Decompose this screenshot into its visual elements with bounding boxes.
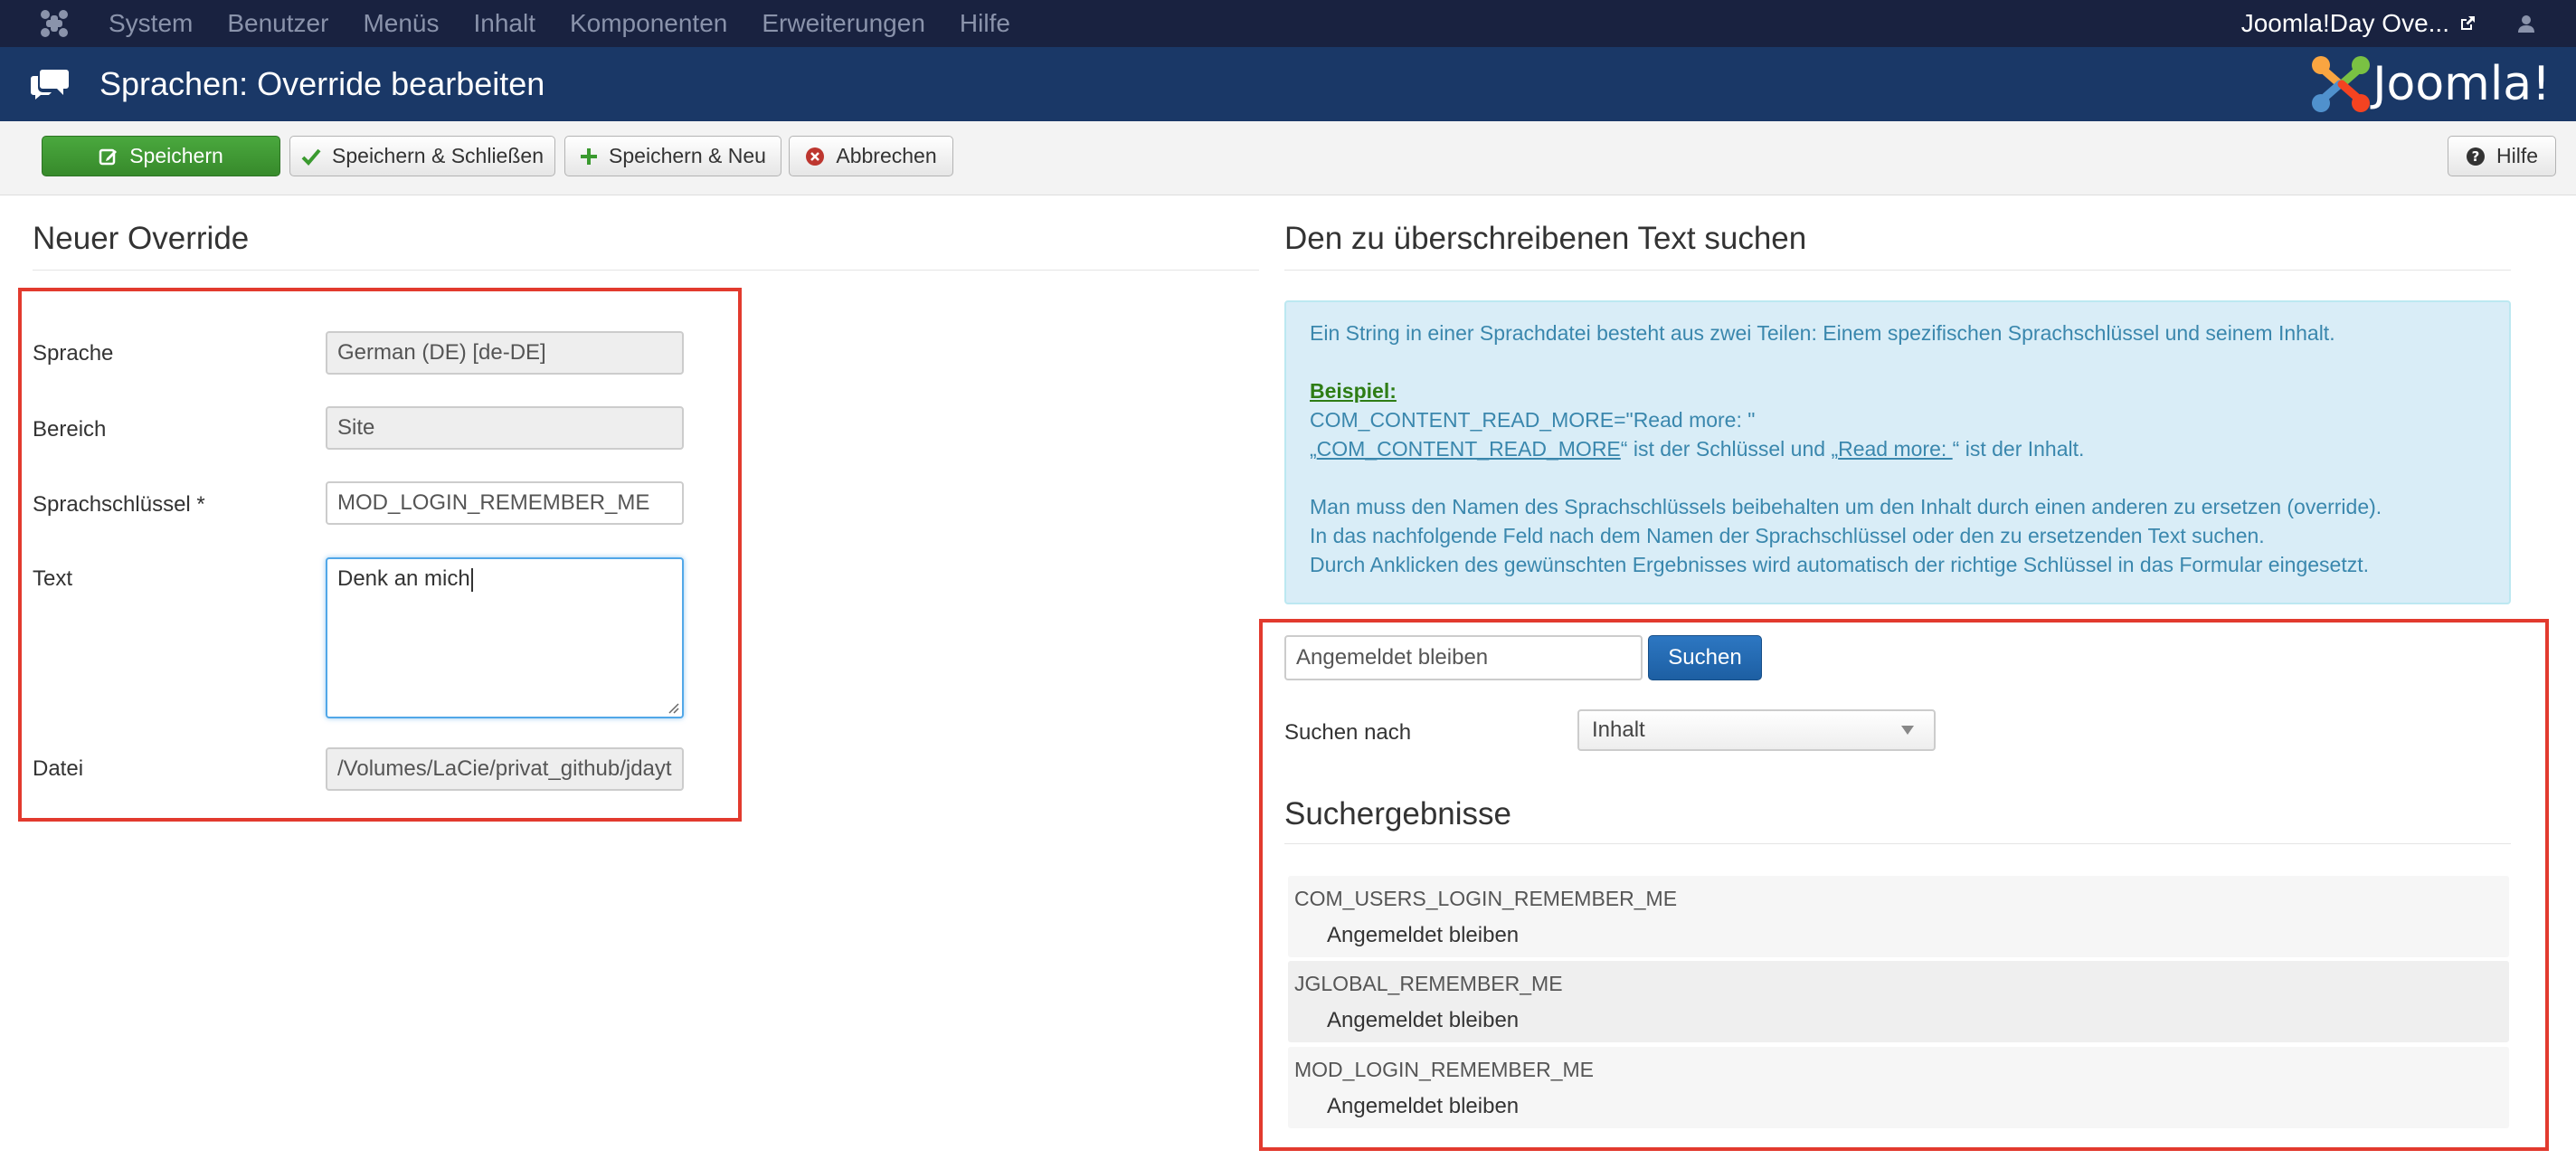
info-ex-key: COM_CONTENT_READ_MORE — [1316, 437, 1621, 461]
info-example-line: COM_CONTENT_READ_MORE="Read more: " — [1310, 408, 1756, 432]
language-key-label: Sprachschlüssel * — [33, 492, 205, 517]
joomla-brand-logo: Joomla! — [2309, 52, 2551, 116]
site-link[interactable]: Joomla!Day Ove... — [2241, 9, 2477, 38]
text-textarea[interactable]: Denk an mich — [326, 557, 684, 718]
search-for-label: Suchen nach — [1284, 720, 1412, 745]
search-heading: Den zu überschreibenen Text suchen — [1284, 221, 1807, 256]
save-close-button[interactable]: Speichern & Schließen — [289, 136, 555, 176]
search-for-value: Inhalt — [1592, 718, 1645, 742]
result-key: MOD_LOGIN_REMEMBER_ME — [1294, 1058, 1595, 1081]
info-line-3: In das nachfolgende Feld nach dem Namen … — [1310, 524, 2265, 547]
info-ex-mid: “ ist der Schlüssel und „ — [1620, 437, 1839, 461]
result-value: Angemeldet bleiben — [1327, 1008, 1520, 1032]
area-field: Site — [326, 406, 684, 450]
main-menu: System Benutzer Menüs Inhalt Komponenten… — [109, 0, 1045, 47]
search-button[interactable]: Suchen — [1648, 635, 1762, 680]
toolbar: Speichern Speichern & Schließen Speicher… — [0, 121, 2576, 195]
file-field: /Volumes/LaCie/privat_github/jdayt — [326, 747, 684, 791]
text-label: Text — [33, 566, 73, 591]
area-label: Bereich — [33, 417, 107, 442]
text-caret — [470, 567, 473, 592]
menu-item-menus[interactable]: Menüs — [363, 9, 439, 38]
site-link-label: Joomla!Day Ove... — [2240, 9, 2449, 37]
external-link-icon — [2461, 16, 2475, 30]
save-button[interactable]: Speichern — [42, 136, 280, 176]
plus-icon — [581, 147, 598, 165]
page-header: Sprachen: Override bearbeiten Joomla! — [0, 47, 2576, 121]
search-heading-divider — [1284, 270, 2511, 271]
help-button-label: Hilfe — [2496, 144, 2538, 167]
info-example-explanation: „COM_CONTENT_READ_MORE“ ist der Schlüsse… — [1310, 434, 2486, 463]
info-alert: Ein String in einer Sprachdatei besteht … — [1284, 300, 2511, 604]
info-line-4: Durch Anklicken des gewünschten Ergebnis… — [1310, 553, 2370, 576]
edit-icon — [99, 148, 118, 165]
result-key: JGLOBAL_REMEMBER_ME — [1294, 972, 1563, 995]
joomla-logo-icon[interactable] — [0, 0, 109, 47]
result-value: Angemeldet bleiben — [1327, 923, 1520, 947]
help-icon: ? — [2466, 147, 2485, 166]
save-button-label: Speichern — [129, 144, 223, 167]
user-icon — [2518, 15, 2534, 33]
results-heading: Suchergebnisse — [1284, 796, 1511, 832]
menu-item-benutzer[interactable]: Benutzer — [227, 9, 328, 38]
joomla-wordmark: Joomla! — [2372, 57, 2551, 111]
file-label: Datei — [33, 756, 84, 781]
language-key-input[interactable]: MOD_LOGIN_REMEMBER_ME — [326, 481, 684, 525]
cancel-button[interactable]: Abbrechen — [789, 136, 953, 176]
page-title: Sprachen: Override bearbeiten — [99, 65, 545, 102]
result-item[interactable]: JGLOBAL_REMEMBER_ME Angemeldet bleiben — [1288, 961, 2509, 1042]
result-item[interactable]: COM_USERS_LOGIN_REMEMBER_ME Angemeldet b… — [1288, 876, 2509, 957]
results-heading-divider — [1284, 843, 2511, 844]
resize-grip-icon[interactable] — [667, 701, 679, 714]
info-ex-q1: „ — [1310, 437, 1317, 461]
result-value: Angemeldet bleiben — [1327, 1094, 1520, 1118]
svg-text:?: ? — [2472, 148, 2480, 165]
language-label: Sprache — [33, 341, 114, 366]
language-field: German (DE) [de-DE] — [326, 331, 684, 375]
navbar-right: Joomla!Day Ove... — [2241, 0, 2576, 47]
menu-item-erweiterungen[interactable]: Erweiterungen — [762, 9, 925, 38]
top-navbar: System Benutzer Menüs Inhalt Komponenten… — [0, 0, 2576, 47]
result-item[interactable]: MOD_LOGIN_REMEMBER_ME Angemeldet bleiben — [1288, 1047, 2509, 1128]
info-ex-end: “ ist der Inhalt. — [1952, 437, 2085, 461]
check-icon — [301, 148, 321, 166]
info-spacer-2 — [1310, 463, 2486, 492]
menu-item-hilfe[interactable]: Hilfe — [960, 9, 1010, 38]
menu-item-inhalt[interactable]: Inhalt — [473, 9, 535, 38]
cancel-icon — [806, 147, 825, 166]
comments-icon — [0, 47, 99, 121]
info-line-2: Man muss den Namen des Sprachschlüssels … — [1310, 495, 2382, 518]
menu-item-komponenten[interactable]: Komponenten — [570, 9, 727, 38]
form-heading-divider — [33, 270, 1259, 271]
help-button[interactable]: ? Hilfe — [2448, 136, 2556, 176]
save-close-button-label: Speichern & Schließen — [332, 144, 544, 167]
text-textarea-value: Denk an mich — [337, 566, 470, 591]
search-input[interactable]: Angemeldet bleiben — [1284, 635, 1643, 680]
info-example-label: Beispiel: — [1310, 379, 1397, 403]
user-menu[interactable] — [2477, 0, 2576, 47]
info-ex-value: Read more: — [1838, 437, 1953, 461]
dropdown-arrow-icon — [1901, 726, 1914, 735]
save-new-button[interactable]: Speichern & Neu — [564, 136, 781, 176]
menu-item-system[interactable]: System — [109, 9, 193, 38]
result-key: COM_USERS_LOGIN_REMEMBER_ME — [1294, 887, 1678, 910]
info-line-1: Ein String in einer Sprachdatei besteht … — [1310, 321, 2335, 345]
form-heading: Neuer Override — [33, 221, 250, 256]
cancel-button-label: Abbrechen — [836, 144, 937, 167]
search-for-select[interactable]: Inhalt — [1577, 709, 1936, 751]
save-new-button-label: Speichern & Neu — [609, 144, 766, 167]
joomla-brand-icon — [2312, 56, 2371, 112]
